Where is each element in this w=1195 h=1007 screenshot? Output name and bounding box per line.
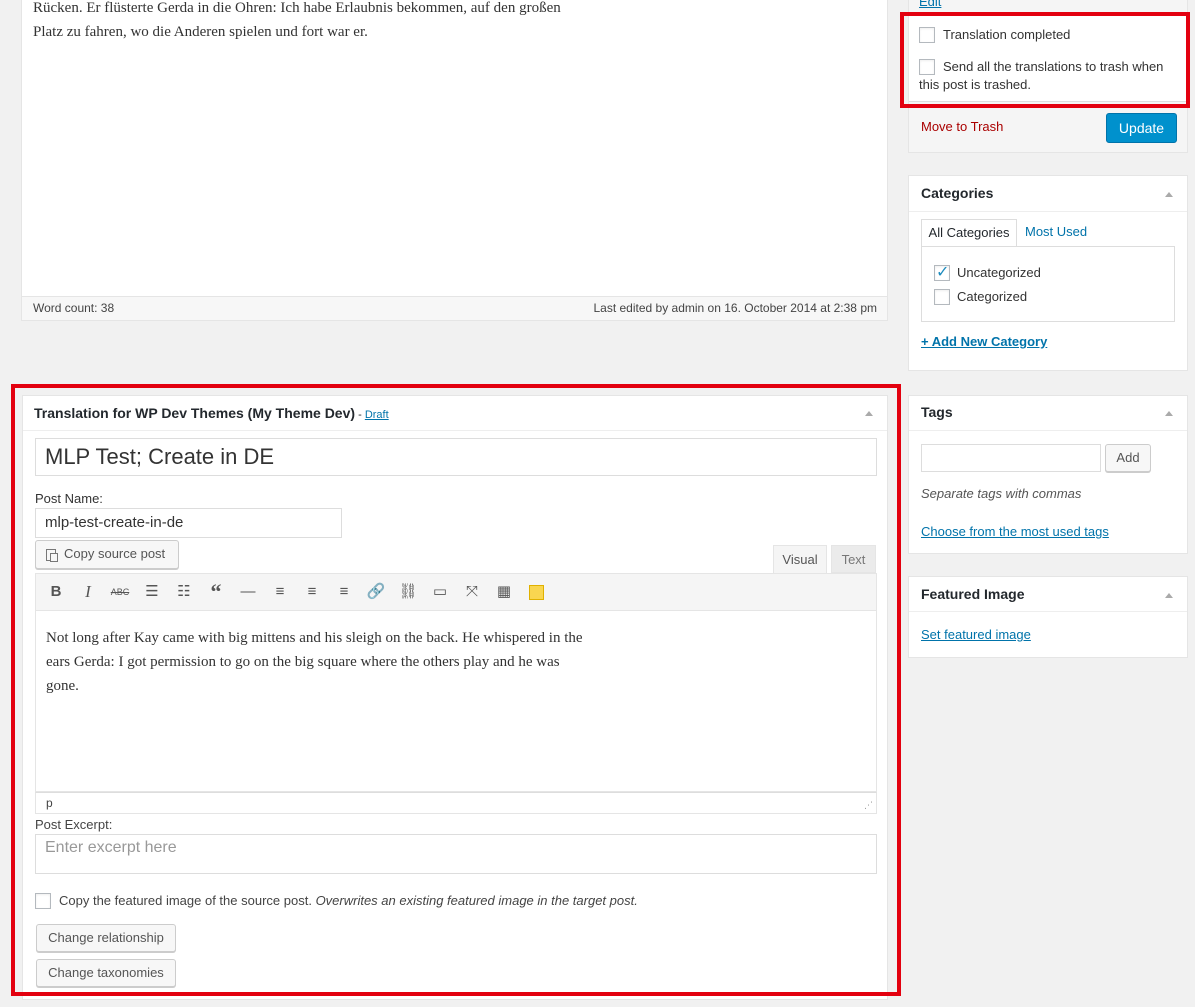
editor-status-bar: Word count: 38 Last edited by admin on 1… xyxy=(22,296,887,320)
last-edited: Last edited by admin on 16. October 2014… xyxy=(593,301,877,315)
featured-image-box: Featured Image Set featured image xyxy=(908,576,1188,658)
main-editor[interactable]: Rücken. Er flüsterte Gerda in die Ohren:… xyxy=(21,0,888,321)
categories-title: Categories xyxy=(921,185,994,201)
collapse-arrow-icon[interactable] xyxy=(1165,411,1173,416)
add-tag-button[interactable]: Add xyxy=(1105,444,1151,472)
word-count: Word count: 38 xyxy=(33,301,115,315)
collapse-arrow-icon[interactable] xyxy=(1165,192,1173,197)
tags-input[interactable] xyxy=(921,444,1101,472)
tab-all-categories[interactable]: All Categories xyxy=(921,219,1017,247)
choose-tags-link[interactable]: Choose from the most used tags xyxy=(921,524,1109,539)
tags-box: Tags Add Separate tags with commas Choos… xyxy=(908,395,1188,554)
move-to-trash-link[interactable]: Move to Trash xyxy=(921,119,1003,134)
featured-image-title: Featured Image xyxy=(921,586,1025,602)
editor-line: Platz zu fahren, wo die Anderen spielen … xyxy=(33,24,368,40)
category-checkbox-categorized[interactable] xyxy=(934,289,950,305)
categories-header[interactable]: Categories xyxy=(909,176,1187,212)
categories-box: Categories All Categories Most Used ✓ Un… xyxy=(908,175,1188,371)
highlight-box-options xyxy=(900,12,1190,108)
tags-title: Tags xyxy=(921,404,953,420)
category-label: Uncategorized xyxy=(957,265,1041,280)
checkmark-icon: ✓ xyxy=(936,264,950,281)
category-checkbox-uncategorized[interactable]: ✓ xyxy=(934,264,950,281)
category-label: Categorized xyxy=(957,289,1028,304)
editor-line: Rücken. Er flüsterte Gerda in die Ohren:… xyxy=(33,0,561,16)
collapse-arrow-icon[interactable] xyxy=(1165,593,1173,598)
featured-image-header[interactable]: Featured Image xyxy=(909,577,1187,612)
set-featured-image-link[interactable]: Set featured image xyxy=(921,627,1031,642)
add-new-category-link[interactable]: + Add New Category xyxy=(921,334,1047,349)
tags-header[interactable]: Tags xyxy=(909,396,1187,431)
tags-hint: Separate tags with commas xyxy=(921,486,1082,501)
tab-most-used[interactable]: Most Used xyxy=(1025,224,1087,239)
edit-link[interactable]: Edit xyxy=(919,0,941,9)
update-button[interactable]: Update xyxy=(1106,113,1177,143)
highlight-box-translation xyxy=(11,384,901,996)
main-editor-content[interactable]: Rücken. Er flüsterte Gerda in die Ohren:… xyxy=(33,0,693,44)
category-checklist: ✓ Uncategorized Categorized xyxy=(921,246,1175,322)
